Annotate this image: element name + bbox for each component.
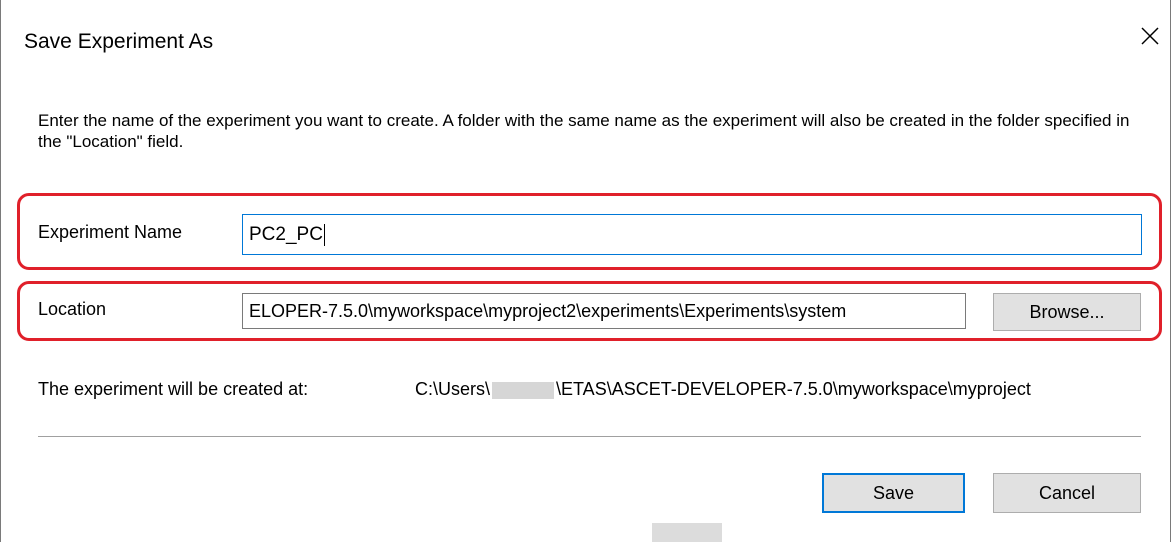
close-button[interactable] <box>1136 22 1164 50</box>
redacted-username <box>492 381 555 399</box>
experiment-name-label: Experiment Name <box>38 222 183 242</box>
browse-button[interactable]: Browse... <box>993 293 1141 331</box>
dialog-title: Save Experiment As <box>24 30 214 53</box>
location-input[interactable]: ELOPER-7.5.0\myworkspace\myproject2\expe… <box>242 293 966 329</box>
text-caret <box>323 223 325 246</box>
experiment-name-value: PC2_PC <box>249 224 323 245</box>
instructions-text: Enter the name of the experiment you wan… <box>38 111 1130 151</box>
created-at-path-prefix: C:\Users\ <box>415 379 491 399</box>
created-at-path-suffix: \ETAS\ASCET-DEVELOPER-7.5.0\myworkspace\… <box>556 379 1031 399</box>
window-border-left <box>0 0 1 542</box>
divider <box>38 436 1141 437</box>
cancel-button[interactable]: Cancel <box>993 473 1141 513</box>
close-icon <box>1141 27 1159 45</box>
created-at-label: The experiment will be created at: <box>38 379 309 399</box>
save-button[interactable]: Save <box>822 473 965 513</box>
created-at-path: C:\Users\ \ETAS\ASCET-DEVELOPER-7.5.0\myw… <box>415 379 1031 400</box>
experiment-name-input[interactable]: PC2_PC <box>242 214 1142 255</box>
redaction-mark <box>652 523 722 542</box>
location-label: Location <box>38 299 107 319</box>
